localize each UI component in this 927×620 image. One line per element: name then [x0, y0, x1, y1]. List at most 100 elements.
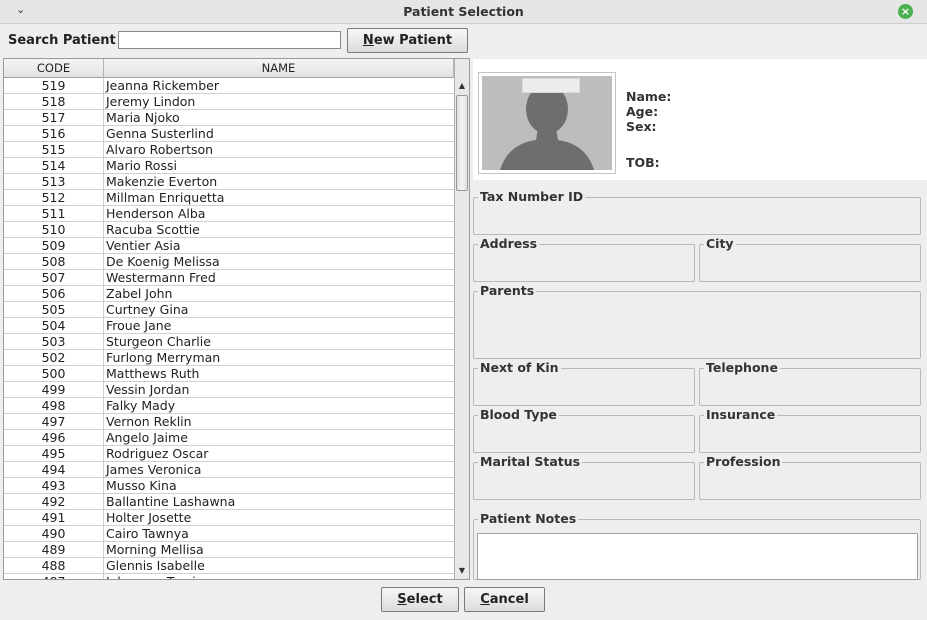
blood-type-label: Blood Type — [478, 407, 559, 422]
cell-name: Ventier Asia — [106, 238, 181, 253]
cell-code: 513 — [4, 174, 104, 190]
table-row[interactable]: 489 Morning Mellisa — [4, 542, 454, 558]
window-title: Patient Selection — [403, 4, 524, 19]
patient-notes-label: Patient Notes — [478, 511, 579, 526]
table-body: 519 Jeanna Rickember 518 Jeremy Lindon 517 Ma… — [4, 78, 454, 579]
scroll-down-icon[interactable]: ▼ — [455, 564, 469, 578]
cell-name: Furlong Merryman — [106, 350, 221, 365]
cell-code: 516 — [4, 126, 104, 142]
cell-name: Johanson Tamie — [105, 574, 454, 579]
cell-code: 487 — [4, 574, 104, 579]
table-row[interactable]: 491 Holter Josette — [4, 510, 454, 526]
cell-name: Vessin Jordan — [106, 382, 190, 397]
cell-name: Froue Jane — [106, 318, 172, 333]
scroll-up-icon[interactable]: ▲ — [455, 79, 469, 93]
table-row[interactable]: 505 Curtney Gina — [4, 302, 454, 318]
cell-code: 511 — [4, 206, 104, 222]
cell-code: 488 — [4, 558, 104, 574]
table-row[interactable]: 492 Ballantine Lashawna — [4, 494, 454, 510]
patient-table[interactable]: CODE NAME 519 Jeanna Rickember 518 Jeremy L… — [3, 58, 470, 580]
cell-name: Morning Mellisa — [106, 542, 204, 557]
cell-code: 506 — [4, 286, 104, 302]
table-row[interactable]: 502 Furlong Merryman — [4, 350, 454, 366]
next-of-kin-field: Next of Kin — [473, 360, 695, 406]
table-row[interactable]: 508 De Koenig Melissa — [4, 254, 454, 270]
cell-code: 493 — [4, 478, 104, 494]
table-row[interactable]: 495 Rodriguez Oscar — [4, 446, 454, 462]
telephone-label: Telephone — [704, 360, 780, 375]
column-header-code[interactable]: CODE — [4, 59, 104, 78]
table-row[interactable]: 514 Mario Rossi — [4, 158, 454, 174]
cell-name: Zabel John — [106, 286, 173, 301]
column-header-name[interactable]: NAME — [104, 59, 454, 78]
cell-name: De Koenig Melissa — [106, 254, 220, 269]
cell-code: 498 — [4, 398, 104, 414]
cell-name: Holter Josette — [106, 510, 192, 525]
cell-code: 515 — [4, 142, 104, 158]
table-row[interactable]: 518 Jeremy Lindon — [4, 94, 454, 110]
table-row[interactable]: 507 Westermann Fred — [4, 270, 454, 286]
cell-code: 499 — [4, 382, 104, 398]
photo-tab — [522, 78, 580, 93]
cell-name: Cairo Tawnya — [106, 526, 189, 541]
table-row[interactable]: 493 Musso Kina — [4, 478, 454, 494]
close-icon[interactable]: × — [898, 4, 913, 19]
table-row[interactable]: 511 Henderson Alba — [4, 206, 454, 222]
insurance-field: Insurance — [699, 407, 921, 453]
table-row[interactable]: 496 Angelo Jaime — [4, 430, 454, 446]
cancel-button[interactable]: Cancel — [464, 587, 545, 612]
table-row[interactable]: 497 Vernon Reklin — [4, 414, 454, 430]
cell-code: 508 — [4, 254, 104, 270]
cell-name: Maria Njoko — [106, 110, 180, 125]
select-button[interactable]: Select — [381, 587, 459, 612]
cell-code: 495 — [4, 446, 104, 462]
table-row[interactable]: 488 Glennis Isabelle — [4, 558, 454, 574]
table-row[interactable]: 490 Cairo Tawnya — [4, 526, 454, 542]
cell-code: 505 — [4, 302, 104, 318]
cell-name: Glennis Isabelle — [106, 558, 205, 573]
new-patient-button[interactable]: New Patient — [347, 28, 468, 53]
table-row[interactable]: 487Johanson Tamie — [4, 574, 454, 579]
table-row[interactable]: 509 Ventier Asia — [4, 238, 454, 254]
table-row[interactable]: 516 Genna Susterlind — [4, 126, 454, 142]
table-row[interactable]: 506 Zabel John — [4, 286, 454, 302]
cell-name: Henderson Alba — [106, 206, 206, 221]
cell-name: Genna Susterlind — [106, 126, 214, 141]
table-row[interactable]: 517 Maria Njoko — [4, 110, 454, 126]
search-input[interactable] — [118, 31, 341, 49]
patient-notes-textarea[interactable] — [477, 533, 918, 580]
profession-label: Profession — [704, 454, 783, 469]
cell-name: Angelo Jaime — [106, 430, 188, 445]
cell-name: Alvaro Robertson — [106, 142, 214, 157]
tob-label: TOB: — [626, 155, 660, 170]
cell-code: 519 — [4, 78, 104, 94]
cell-name: Racuba Scottie — [106, 222, 200, 237]
cell-name: Makenzie Everton — [106, 174, 218, 189]
cell-name: James Veronica — [106, 462, 202, 477]
title-bar: ⌄ Patient Selection × — [0, 0, 927, 24]
cell-code: 503 — [4, 334, 104, 350]
table-row[interactable]: 513 Makenzie Everton — [4, 174, 454, 190]
table-row[interactable]: 519 Jeanna Rickember — [4, 78, 454, 94]
cell-code: 491 — [4, 510, 104, 526]
new-patient-mnemonic: N — [362, 33, 374, 48]
table-row[interactable]: 500 Matthews Ruth — [4, 366, 454, 382]
table-row[interactable]: 503 Sturgeon Charlie — [4, 334, 454, 350]
table-row[interactable]: 512 Millman Enriquetta — [4, 190, 454, 206]
cell-name: Westermann Fred — [106, 270, 216, 285]
table-row[interactable]: 494 James Veronica — [4, 462, 454, 478]
address-field: Address — [473, 236, 695, 282]
table-row[interactable]: 504 Froue Jane — [4, 318, 454, 334]
parents-label: Parents — [478, 283, 537, 298]
table-row[interactable]: 515 Alvaro Robertson — [4, 142, 454, 158]
profession-field: Profession — [699, 454, 921, 500]
table-row[interactable]: 498 Falky Mady — [4, 398, 454, 414]
table-row[interactable]: 510 Racuba Scottie — [4, 222, 454, 238]
vertical-scrollbar[interactable]: ▲ ▼ — [454, 59, 469, 579]
cell-name: Sturgeon Charlie — [106, 334, 211, 349]
cell-name: Jeremy Lindon — [106, 94, 196, 109]
table-row[interactable]: 499 Vessin Jordan — [4, 382, 454, 398]
scroll-thumb[interactable] — [456, 95, 468, 191]
cell-code: 507 — [4, 270, 104, 286]
telephone-field: Telephone — [699, 360, 921, 406]
